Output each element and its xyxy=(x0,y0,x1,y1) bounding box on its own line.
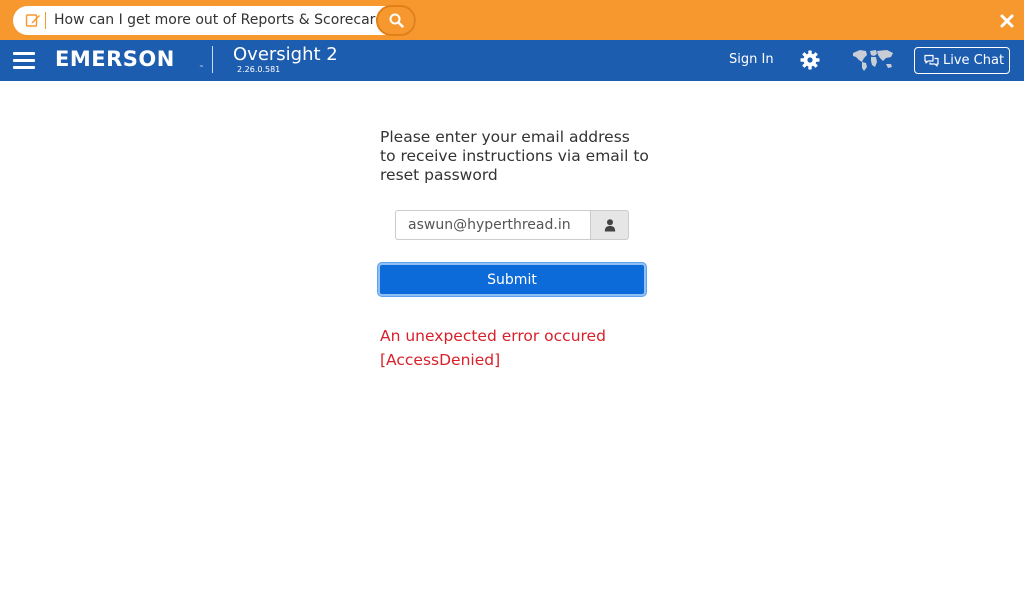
live-chat-button[interactable]: Live Chat xyxy=(914,47,1010,74)
live-chat-label: Live Chat xyxy=(943,53,1005,68)
email-input-group xyxy=(395,210,629,240)
help-search-button[interactable] xyxy=(376,5,416,36)
help-search-field[interactable]: How can I get more out of Reports & Scor… xyxy=(13,5,416,36)
error-message: An unexpected error occured [AccessDenie… xyxy=(380,324,640,372)
top-nav-bar: EMERSON ™ Oversight 2 2.26.0.581 Sign In xyxy=(0,40,1024,81)
reset-instructions: Please enter your email address to recei… xyxy=(380,128,649,184)
help-search-query[interactable]: How can I get more out of Reports & Scor… xyxy=(54,12,399,29)
brand-logo[interactable]: EMERSON xyxy=(55,47,175,71)
email-input[interactable] xyxy=(395,210,590,240)
product-version: 2.26.0.581 xyxy=(237,65,281,74)
brand-trademark: ™ xyxy=(199,65,204,71)
help-search-bar: How can I get more out of Reports & Scor… xyxy=(0,0,1024,40)
error-message-text: An unexpected error occured xyxy=(380,327,606,345)
chat-bubbles-icon xyxy=(924,54,939,67)
sign-in-link[interactable]: Sign In xyxy=(729,52,774,68)
search-separator xyxy=(45,12,46,29)
world-map-icon[interactable] xyxy=(851,48,895,72)
hamburger-menu-icon[interactable] xyxy=(13,52,35,70)
product-name: Oversight 2 xyxy=(233,44,338,65)
brand-divider xyxy=(212,46,213,73)
close-icon[interactable] xyxy=(999,13,1015,29)
user-icon xyxy=(604,218,615,231)
submit-button[interactable]: Submit xyxy=(378,263,646,296)
error-code: [AccessDenied] xyxy=(380,351,501,369)
edit-icon xyxy=(25,14,40,27)
email-addon xyxy=(590,210,629,240)
search-icon xyxy=(389,13,404,28)
gear-icon[interactable] xyxy=(800,50,820,70)
